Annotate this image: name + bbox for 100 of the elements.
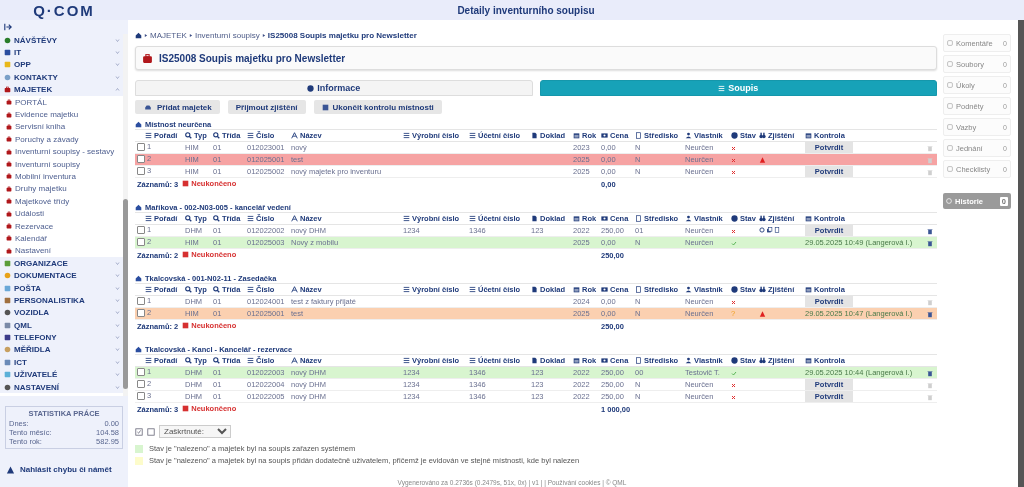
sort-icon bbox=[247, 356, 254, 364]
calendar-icon bbox=[321, 103, 329, 111]
sort-icon bbox=[469, 285, 476, 293]
nav-subitem[interactable]: Poruchy a závady bbox=[0, 133, 123, 146]
action-button[interactable]: Přijmout zjištění bbox=[227, 100, 306, 114]
nav-subitem[interactable]: Události bbox=[0, 207, 123, 220]
sort-icon bbox=[403, 131, 410, 139]
breadcrumb-link[interactable]: MAJETEK bbox=[150, 31, 187, 40]
user-icon bbox=[685, 131, 692, 139]
nav-subitem[interactable]: Majetkové třídy bbox=[0, 195, 123, 208]
nav-item[interactable]: DOKUMENTACE bbox=[0, 269, 123, 282]
sort-icon bbox=[469, 214, 476, 222]
info-icon bbox=[731, 285, 738, 293]
checkbox[interactable] bbox=[137, 296, 145, 305]
action-button[interactable]: Přidat majetek bbox=[135, 100, 220, 114]
file-icon bbox=[531, 356, 538, 364]
checkbox[interactable] bbox=[137, 225, 145, 234]
file-icon bbox=[531, 214, 538, 222]
nav-subitem[interactable]: Inventurní soupisy bbox=[0, 157, 123, 171]
logout-icon bbox=[4, 23, 12, 31]
sort-icon bbox=[403, 356, 410, 364]
binoculars-icon bbox=[759, 214, 766, 222]
checkbox[interactable] bbox=[137, 166, 145, 175]
list-icon bbox=[718, 84, 726, 92]
info-icon bbox=[307, 84, 315, 92]
font-icon bbox=[291, 214, 298, 222]
sort-icon bbox=[469, 131, 476, 139]
calendar-icon bbox=[182, 322, 190, 329]
user-icon bbox=[685, 285, 692, 293]
tab[interactable]: Informace bbox=[135, 80, 533, 96]
nav-item[interactable]: NÁVŠTĚVY bbox=[0, 34, 123, 47]
info-icon bbox=[731, 214, 738, 222]
sort-icon bbox=[469, 356, 476, 364]
nav-subitem[interactable]: Kalendář bbox=[0, 232, 123, 245]
caret-right-icon bbox=[188, 33, 193, 38]
trash-icon bbox=[927, 310, 933, 318]
nav-item[interactable]: ICT bbox=[0, 356, 123, 369]
nav-item[interactable]: KONTAKTY bbox=[0, 71, 123, 84]
nav-item[interactable]: PERSONALISTIKA bbox=[0, 294, 123, 307]
logo: Q·COM bbox=[33, 1, 95, 19]
report-link[interactable]: Nahlásit chybu či námět bbox=[6, 465, 128, 474]
calendar-icon bbox=[182, 405, 190, 412]
home-icon bbox=[135, 274, 142, 282]
warning-icon bbox=[6, 465, 15, 474]
trash-icon bbox=[927, 227, 933, 235]
bulk-action-select[interactable]: Zaškrtnuté: bbox=[159, 425, 231, 438]
search-icon bbox=[213, 285, 220, 293]
nav-subitem[interactable]: Rezervace bbox=[0, 219, 123, 233]
page-title: IS25008 Soupis majetku pro Newsletter bbox=[159, 52, 346, 64]
checkbox[interactable] bbox=[137, 367, 145, 376]
sort-icon bbox=[403, 285, 410, 293]
sort-icon bbox=[403, 214, 410, 222]
nav-subitem[interactable]: Mobilní inventura bbox=[0, 170, 123, 183]
briefcase-icon bbox=[6, 123, 12, 130]
file-icon bbox=[531, 131, 538, 139]
nav-subitem[interactable]: Servisní kniha bbox=[0, 120, 123, 134]
briefcase-icon bbox=[6, 223, 12, 230]
caret-right-icon bbox=[261, 33, 266, 38]
checkbox[interactable] bbox=[137, 379, 145, 388]
briefcase-icon bbox=[6, 99, 12, 106]
checkbox[interactable] bbox=[137, 391, 145, 400]
font-icon bbox=[291, 356, 298, 364]
nav-item[interactable]: TELEFONY bbox=[0, 331, 123, 344]
nav-subitem[interactable]: Inventurní soupisy - sestavy bbox=[0, 145, 123, 158]
user-icon bbox=[685, 214, 692, 222]
breadcrumb-link[interactable]: Inventurní soupisy bbox=[194, 31, 260, 40]
nav-subitem[interactable]: Druhy majetku bbox=[0, 182, 123, 196]
nav-item[interactable]: IT bbox=[0, 46, 123, 59]
warning-icon bbox=[759, 157, 766, 163]
home-icon bbox=[135, 32, 142, 39]
checkmark-icon bbox=[731, 240, 737, 246]
briefcase-icon bbox=[6, 185, 12, 192]
sort-icon bbox=[247, 131, 254, 139]
checkbox[interactable] bbox=[137, 142, 145, 151]
checkbox[interactable] bbox=[137, 308, 145, 317]
check-all-icon bbox=[135, 427, 143, 436]
cross-icon bbox=[731, 157, 736, 163]
action-button[interactable]: Ukončit kontrolu místnosti bbox=[313, 100, 442, 114]
briefcase-icon bbox=[4, 86, 11, 94]
nav-subitem[interactable]: Nastavení bbox=[0, 244, 123, 258]
cross-icon bbox=[731, 169, 736, 175]
search-icon bbox=[185, 131, 192, 139]
nav-item[interactable]: ORGANIZACE bbox=[0, 257, 123, 270]
briefcase-icon bbox=[6, 111, 12, 118]
warning-icon bbox=[759, 311, 766, 317]
sort-icon bbox=[145, 356, 152, 364]
nav-subitem[interactable]: PORTÁL bbox=[0, 95, 123, 109]
nav-subitem[interactable]: Evidence majetku bbox=[0, 108, 123, 121]
checkbox[interactable] bbox=[137, 154, 145, 163]
trash-icon bbox=[927, 393, 933, 401]
font-icon bbox=[291, 131, 298, 139]
breadcrumb-link[interactable]: IS25008 Soupis majetku pro Newsletter bbox=[267, 31, 417, 40]
briefcase-icon bbox=[6, 198, 12, 205]
binoculars-icon bbox=[759, 356, 766, 364]
checkbox[interactable] bbox=[137, 237, 145, 246]
file-icon bbox=[531, 285, 538, 293]
info-icon bbox=[731, 131, 738, 139]
cross-icon bbox=[731, 228, 736, 234]
chevron-up-icon bbox=[115, 87, 120, 93]
uncheck-all-icon bbox=[147, 427, 155, 436]
